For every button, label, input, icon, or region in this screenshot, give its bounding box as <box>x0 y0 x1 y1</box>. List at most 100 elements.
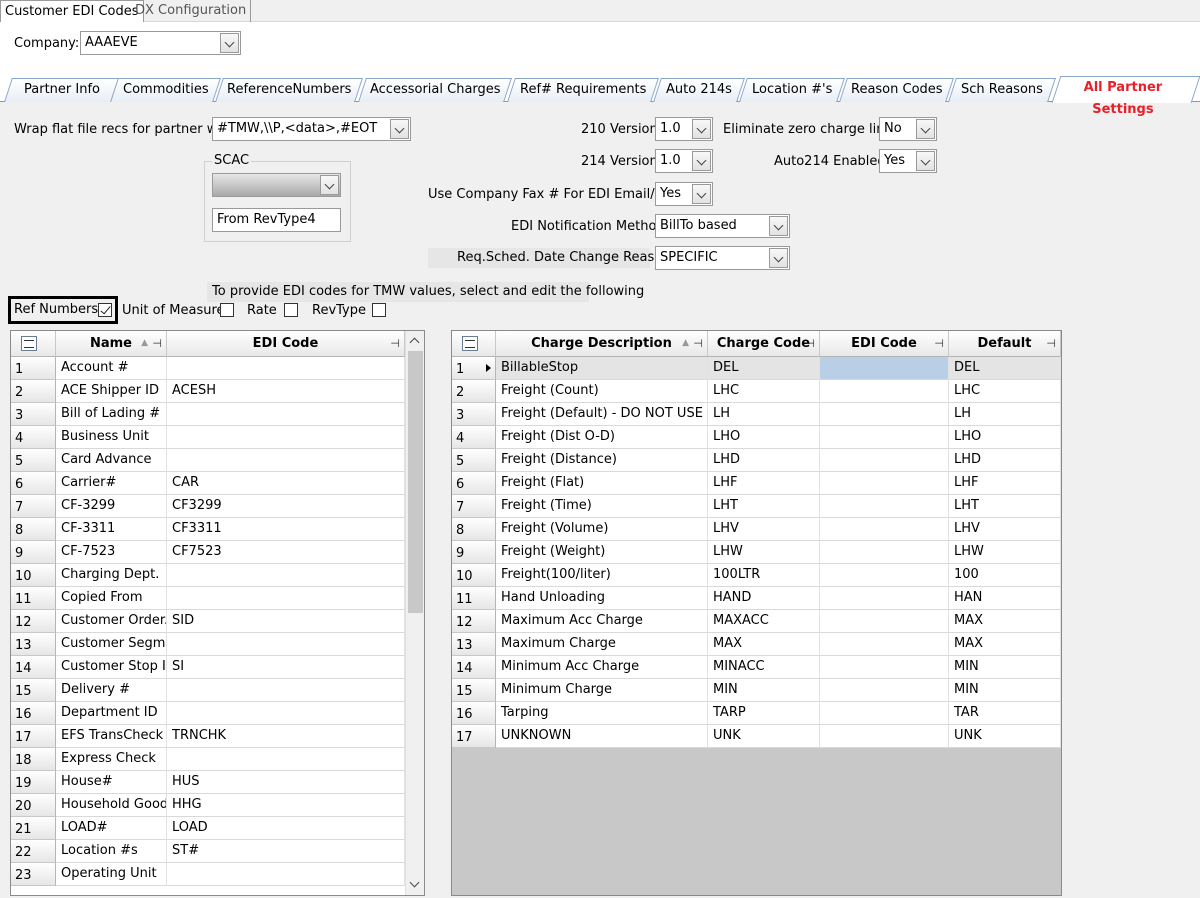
row-header[interactable]: 5 <box>452 449 496 472</box>
row-header[interactable]: 16 <box>11 702 56 725</box>
pin-icon[interactable]: ⊣ <box>152 331 162 356</box>
table-row[interactable]: 6 Freight (Flat) LHF LHF <box>452 472 1061 495</box>
scac-select[interactable] <box>212 173 341 197</box>
edi-code-cell[interactable]: HUS <box>167 771 405 794</box>
unit-of-measure-checkbox[interactable] <box>220 303 234 317</box>
table-row[interactable]: 12 Customer Order... SID <box>11 610 405 633</box>
row-header[interactable]: 9 <box>452 541 496 564</box>
edi-code-cell[interactable]: CF3299 <box>167 495 405 518</box>
edi-code-cell[interactable] <box>820 564 949 587</box>
tab-commodities[interactable]: Commodities <box>110 78 221 102</box>
grid-corner[interactable] <box>452 331 496 357</box>
table-row[interactable]: 17 UNKNOWN UNK UNK <box>452 725 1061 748</box>
table-row[interactable]: 11 Copied From <box>11 587 405 610</box>
auto214-dropdown-button[interactable] <box>916 151 935 171</box>
tab-location-numbers[interactable]: Location #'s <box>739 78 845 102</box>
charge-code-cell[interactable]: LHD <box>708 449 820 472</box>
table-row[interactable]: 12 Maximum Acc Charge MAXACC MAX <box>452 610 1061 633</box>
table-row[interactable]: 22 Location #s ST# <box>11 840 405 863</box>
row-header[interactable]: 12 <box>11 610 56 633</box>
edi-code-cell[interactable] <box>820 587 949 610</box>
table-row[interactable]: 15 Minimum Charge MIN MIN <box>452 679 1061 702</box>
ref-numbers-option[interactable]: Ref Numbers <box>8 296 118 324</box>
doc-tab-customer-edi-codes[interactable]: Customer EDI Codes <box>0 0 144 22</box>
table-row[interactable]: 21 LOAD# LOAD <box>11 817 405 840</box>
name-cell[interactable]: Customer Segm... <box>56 633 167 656</box>
table-row[interactable]: 18 Express Check <box>11 748 405 771</box>
charge-code-cell[interactable]: LHF <box>708 472 820 495</box>
table-row[interactable]: 17 EFS TransCheck TRNCHK <box>11 725 405 748</box>
company-dropdown-button[interactable] <box>220 33 239 53</box>
edi-code-cell[interactable]: HHG <box>167 794 405 817</box>
edi-code-cell[interactable] <box>167 863 405 886</box>
eliminate-zero-select[interactable]: No <box>879 117 937 141</box>
charge-description-cell[interactable]: Freight (Distance) <box>496 449 708 472</box>
table-row[interactable]: 2 Freight (Count) LHC LHC <box>452 380 1061 403</box>
name-cell[interactable]: Business Unit <box>56 426 167 449</box>
row-header[interactable]: 13 <box>452 633 496 656</box>
eliminate-zero-dropdown-button[interactable] <box>916 119 935 139</box>
tab-reason-codes[interactable]: Reason Codes <box>839 78 954 102</box>
edi-code-cell[interactable] <box>167 564 405 587</box>
charge-code-cell[interactable]: LH <box>708 403 820 426</box>
table-row[interactable]: 16 Department ID <box>11 702 405 725</box>
reqsched-select[interactable]: SPECIFIC <box>655 246 790 270</box>
row-header[interactable]: 4 <box>11 426 56 449</box>
table-row[interactable]: 10 Freight(100/liter) 100LTR 100 <box>452 564 1061 587</box>
column-header-name[interactable]: Name ▲ ⊣ <box>56 331 167 357</box>
default-cell[interactable]: LHW <box>949 541 1061 564</box>
column-header-default[interactable]: Default ⊣ <box>949 331 1061 357</box>
edi-code-cell[interactable] <box>167 587 405 610</box>
default-cell[interactable]: 100 <box>949 564 1061 587</box>
tab-all-partner-settings[interactable]: All Partner Settings <box>1051 76 1200 117</box>
edi-code-cell[interactable] <box>167 426 405 449</box>
edi-code-cell[interactable] <box>820 610 949 633</box>
charge-description-cell[interactable]: Freight (Dist O-D) <box>496 426 708 449</box>
charge-description-cell[interactable]: Maximum Acc Charge <box>496 610 708 633</box>
name-cell[interactable]: Customer Order... <box>56 610 167 633</box>
name-cell[interactable]: LOAD# <box>56 817 167 840</box>
charge-description-cell[interactable]: Maximum Charge <box>496 633 708 656</box>
row-header[interactable]: 6 <box>11 472 56 495</box>
table-row[interactable]: 2 ACE Shipper ID ACESH <box>11 380 405 403</box>
column-header-edi-code[interactable]: EDI Code ⊣ <box>820 331 949 357</box>
row-header[interactable]: 15 <box>11 679 56 702</box>
table-row[interactable]: 3 Bill of Lading # <box>11 403 405 426</box>
charge-description-cell[interactable]: Hand Unloading <box>496 587 708 610</box>
edi-code-cell[interactable]: CAR <box>167 472 405 495</box>
wrap-dropdown-button[interactable] <box>390 119 409 139</box>
name-cell[interactable]: Card Advance <box>56 449 167 472</box>
edi-code-cell[interactable] <box>820 656 949 679</box>
table-row[interactable]: 5 Card Advance <box>11 449 405 472</box>
edi-code-cell[interactable] <box>820 357 949 380</box>
company-fax-select[interactable]: Yes <box>655 182 713 206</box>
edi-code-cell[interactable]: SID <box>167 610 405 633</box>
row-header[interactable]: 20 <box>11 794 56 817</box>
company-select[interactable]: AAAEVE <box>80 31 241 55</box>
edi-code-cell[interactable] <box>820 679 949 702</box>
row-header[interactable]: 17 <box>11 725 56 748</box>
row-header[interactable]: 8 <box>452 518 496 541</box>
charge-code-cell[interactable]: 100LTR <box>708 564 820 587</box>
name-cell[interactable]: Location #s <box>56 840 167 863</box>
table-row[interactable]: 1 Account # <box>11 357 405 380</box>
name-cell[interactable]: Customer Stop ID <box>56 656 167 679</box>
edi-code-cell[interactable] <box>820 449 949 472</box>
edi-code-cell[interactable]: CF3311 <box>167 518 405 541</box>
row-header[interactable]: 21 <box>11 817 56 840</box>
pin-icon[interactable]: ⊣ <box>1046 331 1056 356</box>
edi-code-cell[interactable] <box>820 725 949 748</box>
name-cell[interactable]: House# <box>56 771 167 794</box>
table-row[interactable]: 9 CF-7523 CF7523 <box>11 541 405 564</box>
charge-code-cell[interactable]: LHV <box>708 518 820 541</box>
edi-code-cell[interactable] <box>820 518 949 541</box>
row-header[interactable]: 17 <box>452 725 496 748</box>
row-header[interactable]: 2 <box>11 380 56 403</box>
notification-method-dropdown-button[interactable] <box>769 216 788 236</box>
row-header[interactable]: 22 <box>11 840 56 863</box>
row-header[interactable]: 14 <box>452 656 496 679</box>
charge-description-cell[interactable]: Freight (Count) <box>496 380 708 403</box>
wrap-select[interactable]: #TMW,\\P,<data>,#EOT <box>212 117 411 141</box>
table-row[interactable]: 7 Freight (Time) LHT LHT <box>452 495 1061 518</box>
row-header[interactable]: 5 <box>11 449 56 472</box>
